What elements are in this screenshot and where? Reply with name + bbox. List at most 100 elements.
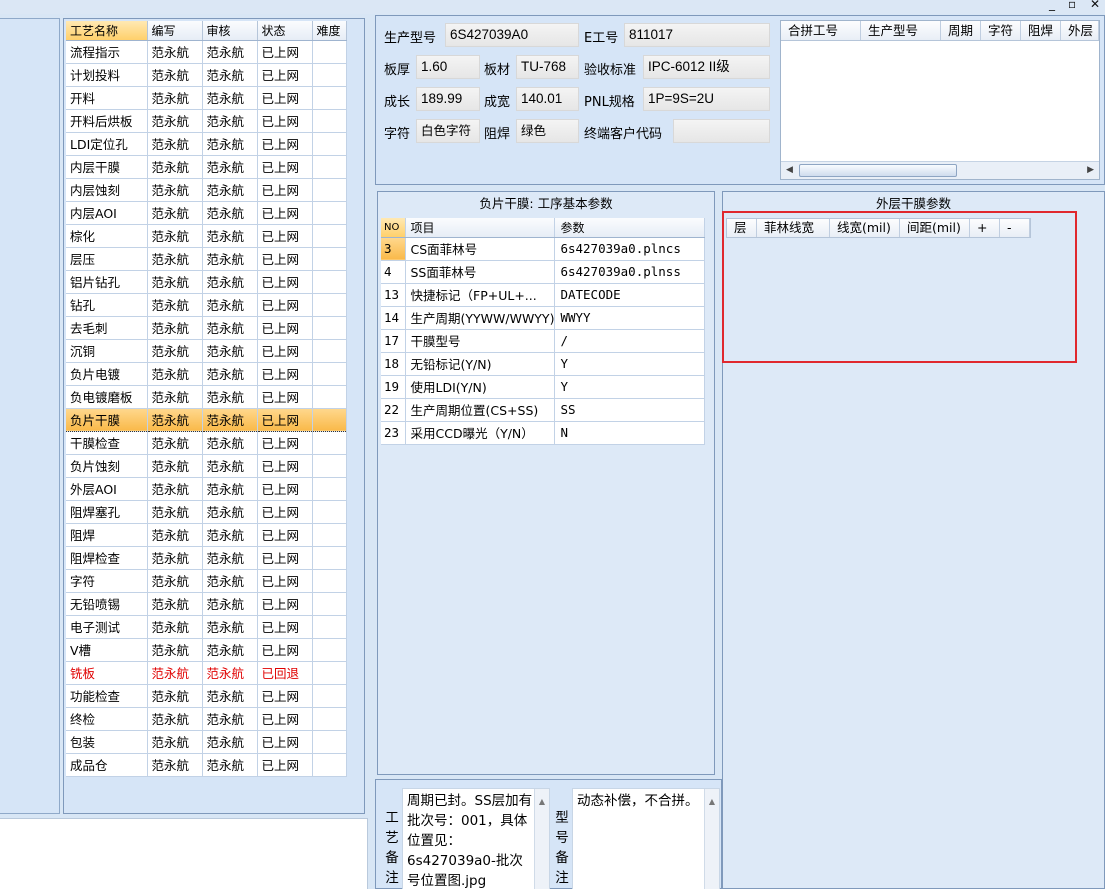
- column-header[interactable]: 工艺名称: [66, 21, 148, 41]
- thickness-field[interactable]: 1.60: [416, 55, 480, 79]
- model-field[interactable]: 6S427039A0: [445, 23, 579, 47]
- table-cell: 已上网: [257, 638, 313, 662]
- model-note-box[interactable]: 动态补偿，不合拼。 ▲: [572, 788, 720, 889]
- process-row[interactable]: 计划投料 范永航 范永航 已上网: [66, 63, 347, 87]
- process-row[interactable]: 层压 范永航 范永航 已上网: [66, 247, 347, 271]
- mask-field[interactable]: 绿色: [516, 119, 579, 143]
- column-header[interactable]: 审核: [202, 21, 258, 41]
- process-row[interactable]: 字符 范永航 范永航 已上网: [66, 569, 347, 593]
- process-row[interactable]: 成品仓 范永航 范永航 已上网: [66, 753, 347, 777]
- column-header[interactable]: 外层: [1061, 21, 1099, 40]
- table-cell: 范永航: [147, 132, 203, 156]
- process-row[interactable]: 棕化 范永航 范永航 已上网: [66, 224, 347, 248]
- scroll-thumb[interactable]: [799, 164, 957, 177]
- column-header[interactable]: 状态: [257, 21, 313, 41]
- table-cell: 17: [381, 329, 406, 353]
- param-row[interactable]: 14 生产周期(YYWW/WWYY) WWYY: [381, 306, 706, 330]
- table-cell: 已上网: [257, 270, 313, 294]
- param-row[interactable]: 3 CS面菲林号 6s427039a0.plncs: [381, 237, 706, 261]
- param-row[interactable]: 23 采用CCD曝光（Y/N） N: [381, 421, 706, 445]
- process-row[interactable]: 开料后烘板 范永航 范永航 已上网: [66, 109, 347, 133]
- param-row[interactable]: 22 生产周期位置(CS+SS) SS: [381, 398, 706, 422]
- length-field[interactable]: 189.99: [416, 87, 480, 111]
- process-row[interactable]: 内层干膜 范永航 范永航 已上网: [66, 155, 347, 179]
- process-row[interactable]: 内层AOI 范永航 范永航 已上网: [66, 201, 347, 225]
- scroll-up-icon[interactable]: ▲: [704, 789, 719, 889]
- table-cell: [312, 247, 347, 271]
- process-row[interactable]: 阻焊 范永航 范永航 已上网: [66, 523, 347, 547]
- process-row[interactable]: 终检 范永航 范永航 已上网: [66, 707, 347, 731]
- process-row[interactable]: 阻焊塞孔 范永航 范永航 已上网: [66, 500, 347, 524]
- table-cell: 范永航: [202, 500, 258, 524]
- process-row[interactable]: 负片蚀刻 范永航 范永航 已上网: [66, 454, 347, 478]
- model-label: 生产型号: [384, 31, 437, 46]
- process-row[interactable]: 铣板 范永航 范永航 已回退: [66, 661, 347, 685]
- table-cell: /: [554, 329, 706, 353]
- column-header[interactable]: 周期: [941, 21, 981, 40]
- restore-button[interactable]: ▫: [1068, 0, 1076, 11]
- width-field[interactable]: 140.01: [516, 87, 579, 111]
- param-row[interactable]: 4 SS面菲林号 6s427039a0.plnss: [381, 260, 706, 284]
- standard-field[interactable]: IPC-6012 II级: [643, 55, 770, 79]
- column-header[interactable]: 难度: [312, 21, 347, 41]
- table-cell: 范永航: [202, 247, 258, 271]
- process-row[interactable]: LDI定位孔 范永航 范永航 已上网: [66, 132, 347, 156]
- param-row[interactable]: 19 使用LDI(Y/N) Y: [381, 375, 706, 399]
- column-header[interactable]: 编写: [147, 21, 203, 41]
- table-cell: 已上网: [257, 339, 313, 363]
- customer-code-field[interactable]: [673, 119, 770, 143]
- process-row[interactable]: 流程指示 范永航 范永航 已上网: [66, 40, 347, 64]
- close-button[interactable]: ✕: [1090, 0, 1100, 11]
- process-row[interactable]: 钻孔 范永航 范永航 已上网: [66, 293, 347, 317]
- minimize-button[interactable]: _: [1049, 0, 1055, 11]
- column-header[interactable]: 生产型号: [861, 21, 941, 40]
- column-header[interactable]: 项目: [405, 218, 556, 238]
- param-row[interactable]: 13 快捷标记（FP+UL+... DATECODE: [381, 283, 706, 307]
- process-row[interactable]: 去毛刺 范永航 范永航 已上网: [66, 316, 347, 340]
- material-field[interactable]: TU-768: [516, 55, 579, 79]
- param-row[interactable]: 17 干膜型号 /: [381, 329, 706, 353]
- pnl-field[interactable]: 1P=9S=2U: [643, 87, 770, 111]
- combine-table[interactable]: 合拼工号 生产型号 周期 字符 阻焊 外层 ◀ ▶: [780, 20, 1100, 180]
- e-number-field[interactable]: 811017: [624, 23, 770, 47]
- table-cell: 范永航: [147, 592, 203, 616]
- scroll-left-icon[interactable]: ◀: [786, 165, 793, 175]
- scroll-right-icon[interactable]: ▶: [1087, 165, 1094, 175]
- table-cell: 范永航: [147, 201, 203, 225]
- process-row[interactable]: 负片干膜 范永航 范永航 已上网: [66, 407, 347, 432]
- table-cell: 范永航: [202, 178, 258, 202]
- char-field[interactable]: 白色字符: [416, 119, 480, 143]
- process-note-box[interactable]: 周期已封。SS层加有批次号：001，具体位置见：6s427039a0-批次号位置…: [402, 788, 550, 889]
- column-header[interactable]: NO: [381, 218, 406, 238]
- process-row[interactable]: 外层AOI 范永航 范永航 已上网: [66, 477, 347, 501]
- column-header[interactable]: 参数: [554, 218, 706, 238]
- process-row[interactable]: 干膜检查 范永航 范永航 已上网: [66, 431, 347, 455]
- process-row[interactable]: 无铅喷锡 范永航 范永航 已上网: [66, 592, 347, 616]
- process-row[interactable]: 内层蚀刻 范永航 范永航 已上网: [66, 178, 347, 202]
- process-row[interactable]: 包装 范永航 范永航 已上网: [66, 730, 347, 754]
- table-cell: SS面菲林号: [405, 260, 556, 284]
- process-row[interactable]: 开料 范永航 范永航 已上网: [66, 86, 347, 110]
- process-row[interactable]: 铝片钻孔 范永航 范永航 已上网: [66, 270, 347, 294]
- process-row[interactable]: V槽 范永航 范永航 已上网: [66, 638, 347, 662]
- process-row[interactable]: 电子测试 范永航 范永航 已上网: [66, 615, 347, 639]
- table-cell: 范永航: [202, 132, 258, 156]
- table-cell: [312, 454, 347, 478]
- scroll-up-icon[interactable]: ▲: [534, 789, 549, 889]
- table-cell: 范永航: [147, 247, 203, 271]
- horizontal-scrollbar[interactable]: ◀ ▶: [781, 161, 1099, 179]
- pnl-label: PNL规格: [584, 95, 635, 110]
- param-row[interactable]: 18 无铅标记(Y/N) Y: [381, 352, 706, 376]
- process-row[interactable]: 功能检查 范永航 范永航 已上网: [66, 684, 347, 708]
- process-row[interactable]: 负片电镀 范永航 范永航 已上网: [66, 362, 347, 386]
- column-header[interactable]: 阻焊: [1021, 21, 1061, 40]
- table-cell: 范永航: [147, 615, 203, 639]
- table-cell: 钻孔: [66, 293, 148, 317]
- process-row[interactable]: 阻焊检查 范永航 范永航 已上网: [66, 546, 347, 570]
- table-cell: 去毛刺: [66, 316, 148, 340]
- process-row[interactable]: 沉铜 范永航 范永航 已上网: [66, 339, 347, 363]
- table-cell: 范永航: [147, 546, 203, 570]
- process-row[interactable]: 负电镀磨板 范永航 范永航 已上网: [66, 385, 347, 409]
- column-header[interactable]: 字符: [981, 21, 1021, 40]
- column-header[interactable]: 合拼工号: [781, 21, 861, 40]
